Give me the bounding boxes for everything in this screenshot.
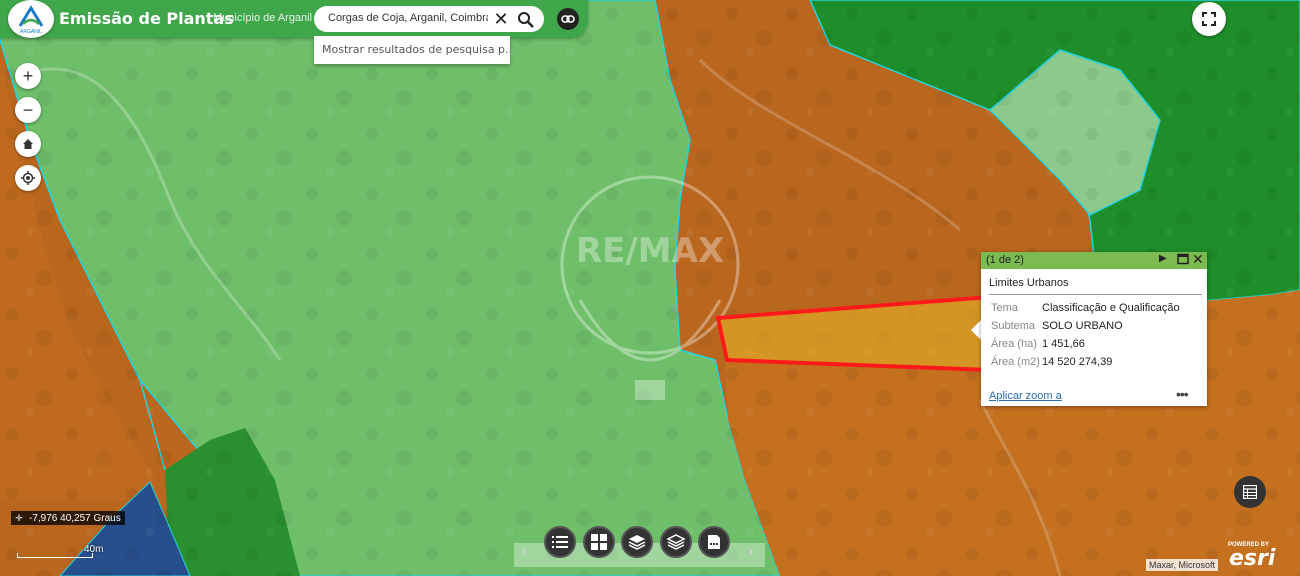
coordinate-readout: ✛ -7,976 40,257 Graus <box>11 511 125 525</box>
search-suggestion[interactable]: Mostrar resultados de pesquisa p... <box>314 36 510 64</box>
maximize-icon[interactable] <box>1177 253 1189 265</box>
svg-text:RE/MAX: RE/MAX <box>576 231 724 271</box>
search-box: ✕ <box>314 6 544 32</box>
app-logo[interactable]: ARGANIL <box>8 0 54 38</box>
search-icon[interactable] <box>516 10 536 30</box>
basemap-layers-button[interactable] <box>660 526 692 558</box>
zoom-in-button[interactable]: + <box>15 63 41 89</box>
locate-button[interactable] <box>15 165 41 191</box>
basemap-gallery-button[interactable] <box>583 526 615 558</box>
print-icon <box>708 535 720 549</box>
popup-row: Subtema SOLO URBANO <box>991 320 1123 332</box>
home-button[interactable] <box>15 131 41 157</box>
close-icon[interactable]: ✕ <box>492 10 510 28</box>
popup-divider <box>989 294 1202 295</box>
popup-row: Área (m2) 14 520 274,39 <box>991 356 1113 368</box>
popup-row: Área (ha) 1 451,66 <box>991 338 1085 350</box>
info-popup: (1 de 2) ▶ ✕ Limites Urbanos Tema Classif… <box>981 251 1207 406</box>
logo-icon: ARGANIL <box>18 5 44 35</box>
popup-header: (1 de 2) ▶ ✕ <box>981 251 1207 269</box>
close-icon[interactable]: ✕ <box>1192 251 1204 268</box>
crosshair-icon[interactable]: ✛ <box>13 511 25 525</box>
app-title: Emissão de Plantas <box>59 9 234 28</box>
link-icon <box>561 15 575 23</box>
basemap-layers-icon <box>667 534 685 550</box>
layer-list-button[interactable] <box>621 526 653 558</box>
popup-count: (1 de 2) <box>986 254 1024 266</box>
link-button[interactable] <box>557 8 579 30</box>
popup-layer-title: Limites Urbanos <box>989 277 1069 289</box>
scale-bar <box>17 553 93 558</box>
attribute-table-button[interactable] <box>1234 476 1266 508</box>
app-header: ARGANIL Emissão de Plantas Município de … <box>0 0 588 38</box>
zoom-out-button[interactable]: − <box>15 97 41 123</box>
search-input[interactable] <box>326 11 490 25</box>
layers-icon <box>628 535 646 550</box>
table-icon <box>1243 485 1257 499</box>
more-options-icon[interactable]: ••• <box>1176 386 1189 402</box>
popup-pointer <box>971 320 981 340</box>
plus-icon: + <box>22 65 34 86</box>
locate-icon <box>21 171 35 185</box>
popup-row: Tema Classificação e Qualificação <box>991 302 1180 314</box>
print-button[interactable] <box>698 526 730 558</box>
esri-logo[interactable]: POWERED BY esri <box>1228 542 1278 571</box>
app-subtitle: Município de Arganil <box>213 12 313 24</box>
list-icon <box>552 536 568 548</box>
next-feature-icon[interactable]: ▶ <box>1159 253 1167 264</box>
esri-wordmark: esri <box>1229 546 1276 571</box>
scale-label: 40m <box>84 544 104 555</box>
next-arrow-icon[interactable]: › <box>748 543 753 561</box>
map-attribution: Maxar, Microsoft <box>1146 559 1219 571</box>
svg-text:ARGANIL: ARGANIL <box>20 29 42 35</box>
legend-button[interactable] <box>544 526 576 558</box>
grid-icon <box>591 534 607 550</box>
minus-icon: − <box>22 99 34 120</box>
home-icon <box>23 139 33 149</box>
prev-arrow-icon[interactable]: ‹ <box>521 543 526 561</box>
fullscreen-icon <box>1202 12 1216 26</box>
fullscreen-button[interactable] <box>1192 2 1226 36</box>
zoom-to-link[interactable]: Aplicar zoom a <box>989 390 1062 402</box>
